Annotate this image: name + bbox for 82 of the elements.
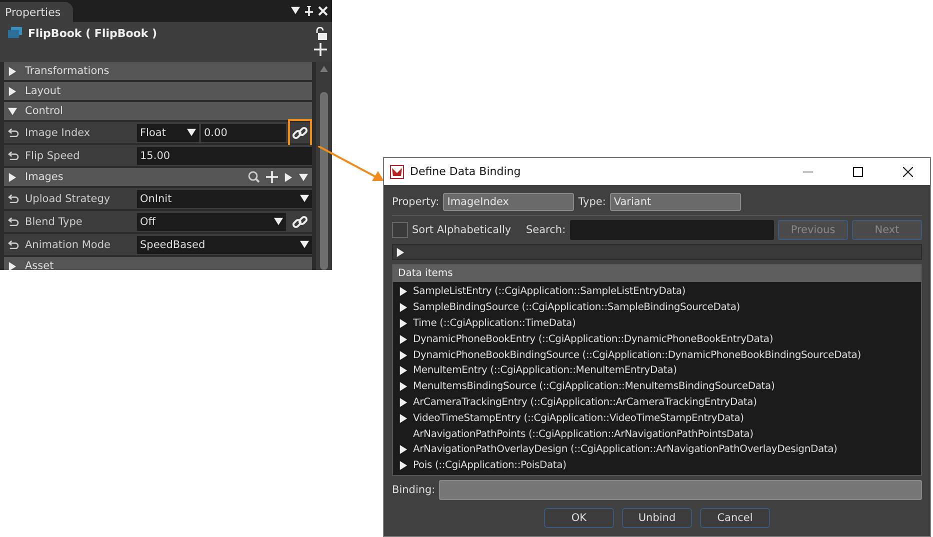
section-label: Transformations: [25, 65, 110, 77]
list-header: Data items: [393, 265, 921, 282]
maximize-icon[interactable]: [853, 166, 863, 176]
reset-icon[interactable]: [8, 217, 19, 226]
data-item[interactable]: ArNavigationPathPoints (::CgiApplication::ArNavigationPathPointsData): [413, 428, 754, 440]
link-icon[interactable]: [292, 124, 308, 140]
dropdown-field[interactable]: Float: [137, 124, 199, 142]
section-label: Layout: [25, 85, 62, 97]
expander-icon[interactable]: [8, 106, 17, 116]
search-field[interactable]: [570, 220, 774, 240]
dialog-button[interactable]: Unbind: [622, 508, 692, 528]
pin-icon[interactable]: [304, 6, 314, 16]
layers-icon: [8, 27, 22, 39]
panel-tab[interactable]: Properties: [0, 2, 73, 22]
reset-icon[interactable]: [8, 128, 19, 137]
callout-arrow: [318, 146, 384, 182]
dropdown-field[interactable]: OnInit: [137, 190, 312, 208]
data-item[interactable]: Time (::CgiApplication::TimeData): [413, 318, 576, 329]
property-label: Animation Mode: [25, 238, 112, 250]
binding-label: Binding:: [392, 484, 436, 496]
sort-label: Sort Alphabetically: [412, 224, 512, 236]
expander-icon[interactable]: [8, 172, 17, 182]
property-label: Upload Strategy: [25, 192, 112, 204]
dropdown-icon[interactable]: [300, 194, 309, 203]
property-field: ImageIndex: [443, 193, 574, 211]
link-icon[interactable]: [292, 214, 308, 230]
section-label: Images: [25, 171, 64, 183]
section-header[interactable]: Control: [4, 102, 312, 120]
expander-icon[interactable]: [396, 248, 405, 256]
data-item[interactable]: ArCameraTrackingEntry (::CgiApplication::ArCameraTrackingEntryData): [413, 396, 757, 408]
data-item[interactable]: ArNavigationPathOverlayDesign (::CgiApplication::ArNavigationPathOverlayDesignData): [413, 444, 838, 456]
dropdown-icon[interactable]: [187, 128, 196, 137]
window-title: Define Data Binding: [410, 165, 522, 178]
app-icon: [390, 164, 404, 178]
dropdown-icon[interactable]: [291, 6, 300, 15]
reset-icon[interactable]: [8, 194, 19, 203]
section-header[interactable]: Layout: [4, 82, 312, 100]
padlock-icon[interactable]: [315, 27, 327, 41]
type-field: Variant: [610, 193, 741, 211]
data-item[interactable]: VideoTimeStampEntry (::CgiApplication::VideoTimeStampEntryData): [413, 412, 744, 424]
dialog-button[interactable]: Cancel: [700, 508, 770, 528]
section-header[interactable]: Images: [4, 168, 312, 186]
expander-icon[interactable]: [8, 66, 17, 76]
plus-icon[interactable]: [314, 43, 327, 56]
sort-checkbox[interactable]: [392, 222, 408, 238]
dropdown-field[interactable]: SpeedBased: [137, 236, 312, 254]
dropdown-icon[interactable]: [274, 217, 283, 226]
value-field[interactable]: 0.00: [201, 124, 286, 142]
object-name: FlipBook ( FlipBook ): [28, 27, 158, 40]
scroll-up-icon[interactable]: [320, 66, 328, 72]
reset-icon[interactable]: [8, 240, 19, 249]
scrollbar[interactable]: [316, 62, 332, 270]
close-icon[interactable]: [903, 166, 913, 176]
play-icon[interactable]: [284, 172, 293, 182]
data-item[interactable]: Pois (::CgiApplication::PoisData): [413, 460, 566, 472]
dropdown-icon[interactable]: [300, 240, 309, 249]
data-item[interactable]: SampleListEntry (::CgiApplication::SampleListEntryData): [413, 286, 686, 298]
type-label: Type:: [578, 196, 606, 208]
data-item[interactable]: SampleBindingSource (::CgiApplication::SampleBindingSourceData): [413, 302, 740, 314]
dropdown-field[interactable]: Off: [137, 212, 286, 230]
dialog-button[interactable]: OK: [544, 508, 614, 528]
dropdown-icon[interactable]: [299, 172, 308, 182]
section-header[interactable]: Transformations: [4, 62, 312, 80]
binding-field[interactable]: [439, 480, 922, 500]
value-field[interactable]: 15.00: [137, 146, 312, 164]
property-label: Blend Type: [25, 216, 84, 228]
expander-icon[interactable]: [8, 262, 17, 270]
expander-icon[interactable]: [8, 86, 17, 96]
property-label: Flip Speed: [25, 150, 81, 162]
property-label: Property:: [392, 196, 440, 208]
data-item[interactable]: DynamicPhoneBookEntry (::CgiApplication::DynamicPhoneBookEntryData): [413, 334, 774, 345]
property-label: Image Index: [25, 126, 92, 138]
section-header[interactable]: Asset: [4, 257, 312, 270]
data-item[interactable]: MenuItemEntry (::CgiApplication::MenuItemEntryData): [413, 365, 677, 376]
data-item[interactable]: DynamicPhoneBookBindingSource (::CgiApplication::DynamicPhoneBookBindingSourceData): [413, 350, 861, 361]
data-item[interactable]: MenuItemsBindingSource (::CgiApplication::MenuItemsBindingSourceData): [413, 381, 775, 392]
section-label: Control: [25, 105, 64, 117]
plus-icon[interactable]: [266, 171, 278, 183]
search-icon[interactable]: [248, 171, 260, 183]
reset-icon[interactable]: [8, 151, 19, 160]
section-label: Asset: [25, 260, 55, 270]
search-label: Search:: [526, 224, 566, 236]
